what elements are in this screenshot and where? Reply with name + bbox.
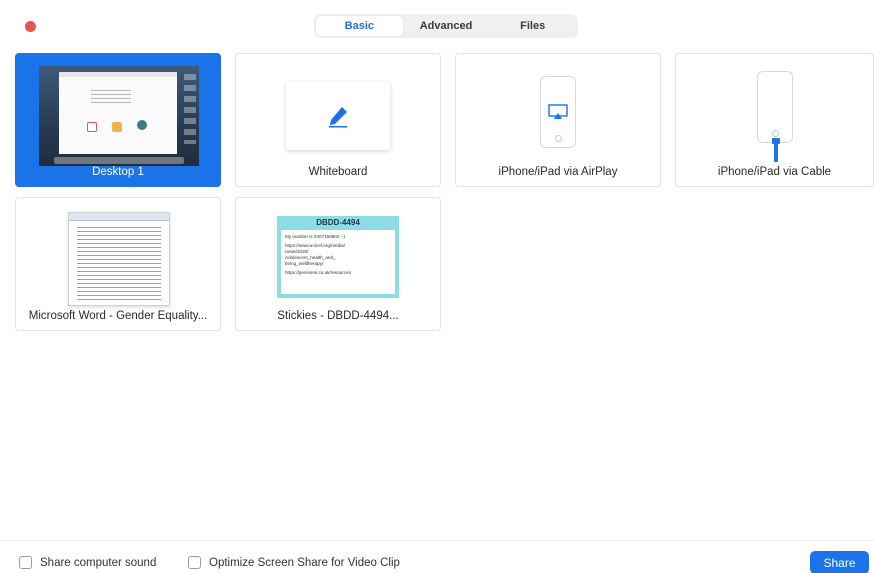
sticky-title: DBDD-4494 — [281, 216, 395, 230]
source-label: Microsoft Word - Gender Equality... — [28, 310, 208, 322]
checkbox-icon — [19, 556, 32, 569]
airplay-icon — [548, 104, 568, 119]
source-label: Whiteboard — [308, 166, 368, 178]
optimize-label: Optimize Screen Share for Video Clip — [209, 556, 400, 569]
source-label: Stickies - DBDD-4494... — [277, 310, 399, 322]
share-tabs: Basic Advanced Files — [314, 14, 578, 38]
checkbox-icon — [188, 556, 201, 569]
tab-advanced[interactable]: Advanced — [403, 16, 490, 36]
footer-bar: Share computer sound Optimize Screen Sha… — [0, 540, 874, 573]
cable-icon — [774, 142, 778, 162]
optimize-video-checkbox[interactable]: Optimize Screen Share for Video Clip — [188, 556, 400, 569]
share-button[interactable]: Share — [810, 551, 869, 573]
share-sound-checkbox[interactable]: Share computer sound — [19, 556, 156, 569]
source-whiteboard[interactable]: Whiteboard — [235, 53, 441, 187]
sticky-text: My number is 0407158802 :-) https://www.… — [285, 234, 351, 275]
source-iphone-airplay[interactable]: iPhone/iPad via AirPlay — [455, 53, 661, 187]
phone-icon — [757, 71, 793, 143]
tab-files[interactable]: Files — [489, 16, 576, 36]
source-desktop-1[interactable]: Desktop 1 — [15, 53, 221, 187]
source-label: iPhone/iPad via Cable — [717, 166, 832, 178]
share-sound-label: Share computer sound — [40, 556, 157, 569]
source-word-window[interactable]: Microsoft Word - Gender Equality... — [15, 197, 221, 331]
pencil-icon — [329, 107, 347, 128]
source-label: iPhone/iPad via AirPlay — [498, 166, 618, 178]
source-label: Desktop 1 — [92, 166, 144, 178]
desktop-thumbnail — [39, 66, 199, 166]
source-stickies-window[interactable]: DBDD-4494 My number is 0407158802 :-) ht… — [235, 197, 441, 331]
phone-icon — [540, 76, 576, 148]
word-document-thumbnail — [68, 212, 170, 306]
tab-basic[interactable]: Basic — [316, 16, 403, 36]
sticky-note-thumbnail: DBDD-4494 My number is 0407158802 :-) ht… — [277, 216, 399, 298]
whiteboard-thumbnail — [286, 82, 390, 150]
source-iphone-cable[interactable]: iPhone/iPad via Cable — [675, 53, 874, 187]
close-window-button[interactable] — [25, 21, 36, 32]
